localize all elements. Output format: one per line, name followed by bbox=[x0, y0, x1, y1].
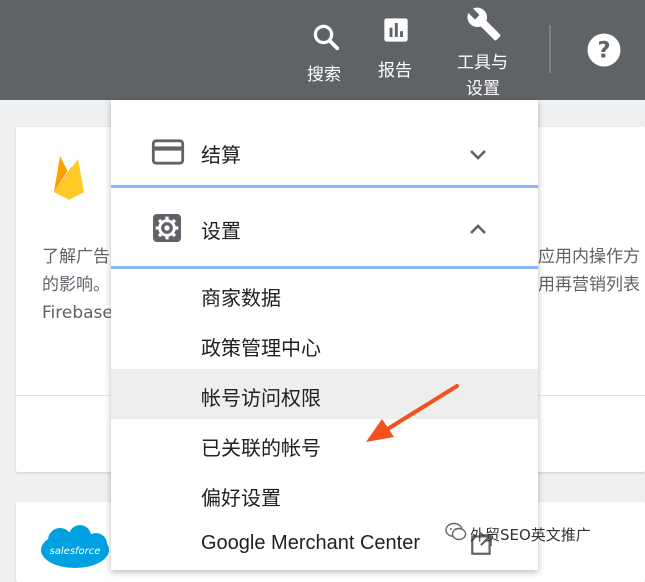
tools-label-line1: 工具与 bbox=[457, 53, 508, 73]
settings-section[interactable]: 设置 bbox=[111, 192, 538, 264]
gear-icon bbox=[153, 214, 181, 242]
menu-item-label: Google Merchant Center bbox=[201, 532, 421, 554]
salesforce-logo-icon: salesforce bbox=[41, 525, 109, 568]
menu-item-label: 偏好设置 bbox=[201, 486, 281, 510]
right-desc-line1: 应用内操作方 bbox=[538, 247, 640, 267]
wrench-icon bbox=[467, 7, 501, 41]
credit-card-icon bbox=[151, 139, 185, 165]
menu-item-label: 已关联的帐号 bbox=[201, 436, 321, 460]
section-divider-top bbox=[111, 185, 538, 188]
topbar-divider bbox=[549, 25, 551, 73]
search-label: 搜索 bbox=[307, 65, 341, 85]
svg-text:?: ? bbox=[597, 38, 610, 64]
salesforce-logo-text: salesforce bbox=[50, 546, 101, 557]
wechat-icon bbox=[445, 522, 467, 541]
billing-section[interactable]: 结算 bbox=[111, 116, 538, 188]
firebase-desc-line3: Firebase bbox=[42, 303, 113, 323]
chevron-down-icon bbox=[470, 150, 486, 160]
reports-label: 报告 bbox=[378, 61, 412, 81]
menu-item-label: 帐号访问权限 bbox=[201, 386, 321, 410]
menu-item-merchant-data[interactable]: 商家数据 bbox=[111, 269, 538, 319]
bar-chart-icon bbox=[384, 18, 408, 42]
menu-item-label: 商家数据 bbox=[201, 286, 281, 310]
tools-settings-button[interactable]: 工具与 设置 bbox=[452, 0, 518, 100]
tools-label-line2: 设置 bbox=[466, 79, 500, 99]
menu-item-account-access[interactable]: 帐号访问权限 bbox=[111, 369, 538, 419]
menu-item-label: 政策管理中心 bbox=[201, 336, 321, 360]
tools-settings-dropdown: 结算 设置 商家数据 政策管理中心 帐号访问权限 已关联的帐号 偏好设置 Goo… bbox=[111, 100, 538, 570]
help-icon[interactable]: ? bbox=[586, 32, 622, 68]
firebase-logo-icon bbox=[54, 156, 84, 200]
firebase-desc-line2: 的影响。 bbox=[42, 275, 110, 295]
chevron-up-icon bbox=[470, 224, 486, 234]
menu-item-linked-accounts[interactable]: 已关联的帐号 bbox=[111, 419, 538, 469]
right-desc-line2: 用再营销列表 bbox=[538, 275, 640, 295]
menu-item-policy-manager[interactable]: 政策管理中心 bbox=[111, 319, 538, 369]
reports-button[interactable]: 报告 bbox=[372, 0, 424, 100]
search-button[interactable]: 搜索 bbox=[300, 0, 354, 100]
billing-label: 结算 bbox=[201, 143, 241, 167]
watermark-text: 外贸SEO英文推广 bbox=[470, 526, 591, 544]
menu-item-preferences[interactable]: 偏好设置 bbox=[111, 469, 538, 519]
firebase-desc-line1: 了解广告 bbox=[42, 247, 110, 267]
search-icon bbox=[313, 24, 340, 51]
top-bar: 搜索 报告 工具与 设置 ? bbox=[0, 0, 645, 100]
settings-label: 设置 bbox=[201, 219, 241, 243]
